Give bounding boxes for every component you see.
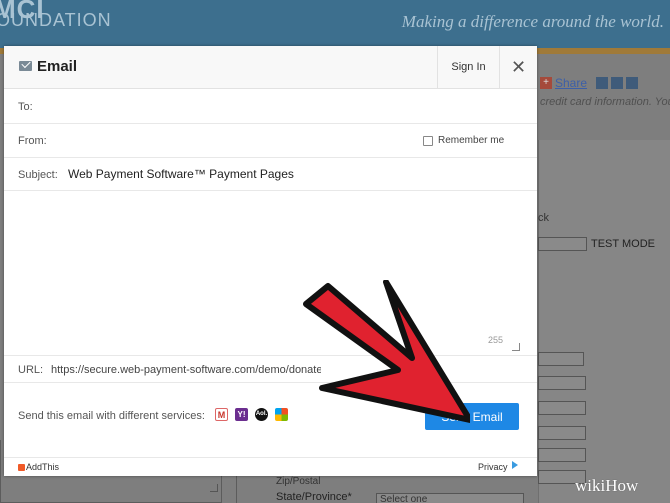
share-bar: + Share [540, 76, 639, 90]
form-field[interactable] [538, 448, 586, 462]
addthis-icon [18, 464, 25, 471]
close-icon[interactable]: ✕ [500, 46, 537, 89]
url-value: https://secure.web-payment-software.com/… [51, 364, 321, 376]
email-share-icon[interactable] [626, 77, 639, 89]
plus-icon: + [540, 77, 552, 89]
test-mode-field[interactable] [538, 237, 587, 251]
addthis-link[interactable]: AddThis [26, 462, 59, 472]
form-field[interactable] [538, 401, 586, 415]
credit-card-note: credit card information. You [540, 96, 670, 108]
subject-row: Subject: [4, 158, 537, 191]
site-header: MCI OUNDATION Making a difference around… [0, 0, 670, 48]
gmail-icon[interactable]: M [215, 408, 228, 421]
site-tagline: Making a difference around the world. [401, 12, 664, 31]
state-select[interactable]: Select one [376, 493, 524, 503]
char-counter: 255 [488, 335, 504, 345]
outlook-icon[interactable] [275, 408, 288, 421]
dialog-title: Email [37, 58, 78, 75]
from-label: From: [18, 135, 47, 147]
to-input[interactable] [64, 97, 524, 117]
privacy-link[interactable]: Privacy [478, 462, 508, 472]
url-label: URL: [18, 364, 44, 376]
yahoo-icon[interactable]: Y! [235, 408, 248, 421]
site-logo-bottom: OUNDATION [0, 10, 112, 30]
remember-me[interactable]: Remember me [423, 135, 504, 146]
test-mode-label: TEST MODE [591, 238, 655, 250]
remember-label: Remember me [438, 135, 505, 146]
privacy-icon[interactable] [512, 461, 518, 469]
aol-icon[interactable]: Aol. [255, 408, 268, 421]
facebook-icon[interactable] [596, 77, 609, 89]
state-label: State/Province* [276, 491, 352, 503]
subject-input[interactable] [68, 164, 518, 184]
from-input[interactable] [64, 131, 404, 151]
envelope-icon [19, 61, 32, 71]
partial-text: ck [538, 212, 549, 224]
wikihow-watermark: wikiHow [575, 476, 639, 495]
share-link[interactable]: Share [555, 76, 587, 90]
subject-label: Subject: [18, 169, 58, 181]
remember-checkbox[interactable] [423, 135, 433, 146]
form-field[interactable] [538, 426, 586, 440]
sign-in-button[interactable]: Sign In [437, 46, 500, 89]
form-field[interactable] [538, 376, 586, 390]
red-arrow-icon [303, 280, 470, 423]
dialog-footer: AddThis Privacy [4, 457, 537, 476]
twitter-icon[interactable] [611, 77, 624, 89]
form-select[interactable] [538, 352, 584, 366]
dialog-header: Email Sign In ✕ [4, 46, 537, 89]
resize-handle[interactable] [210, 484, 218, 492]
to-row: To: [4, 89, 537, 124]
services-label: Send this email with different services: [18, 410, 205, 422]
resize-handle[interactable] [512, 343, 520, 351]
zip-label: Zip/Postal [276, 476, 321, 487]
to-label: To: [18, 101, 33, 113]
